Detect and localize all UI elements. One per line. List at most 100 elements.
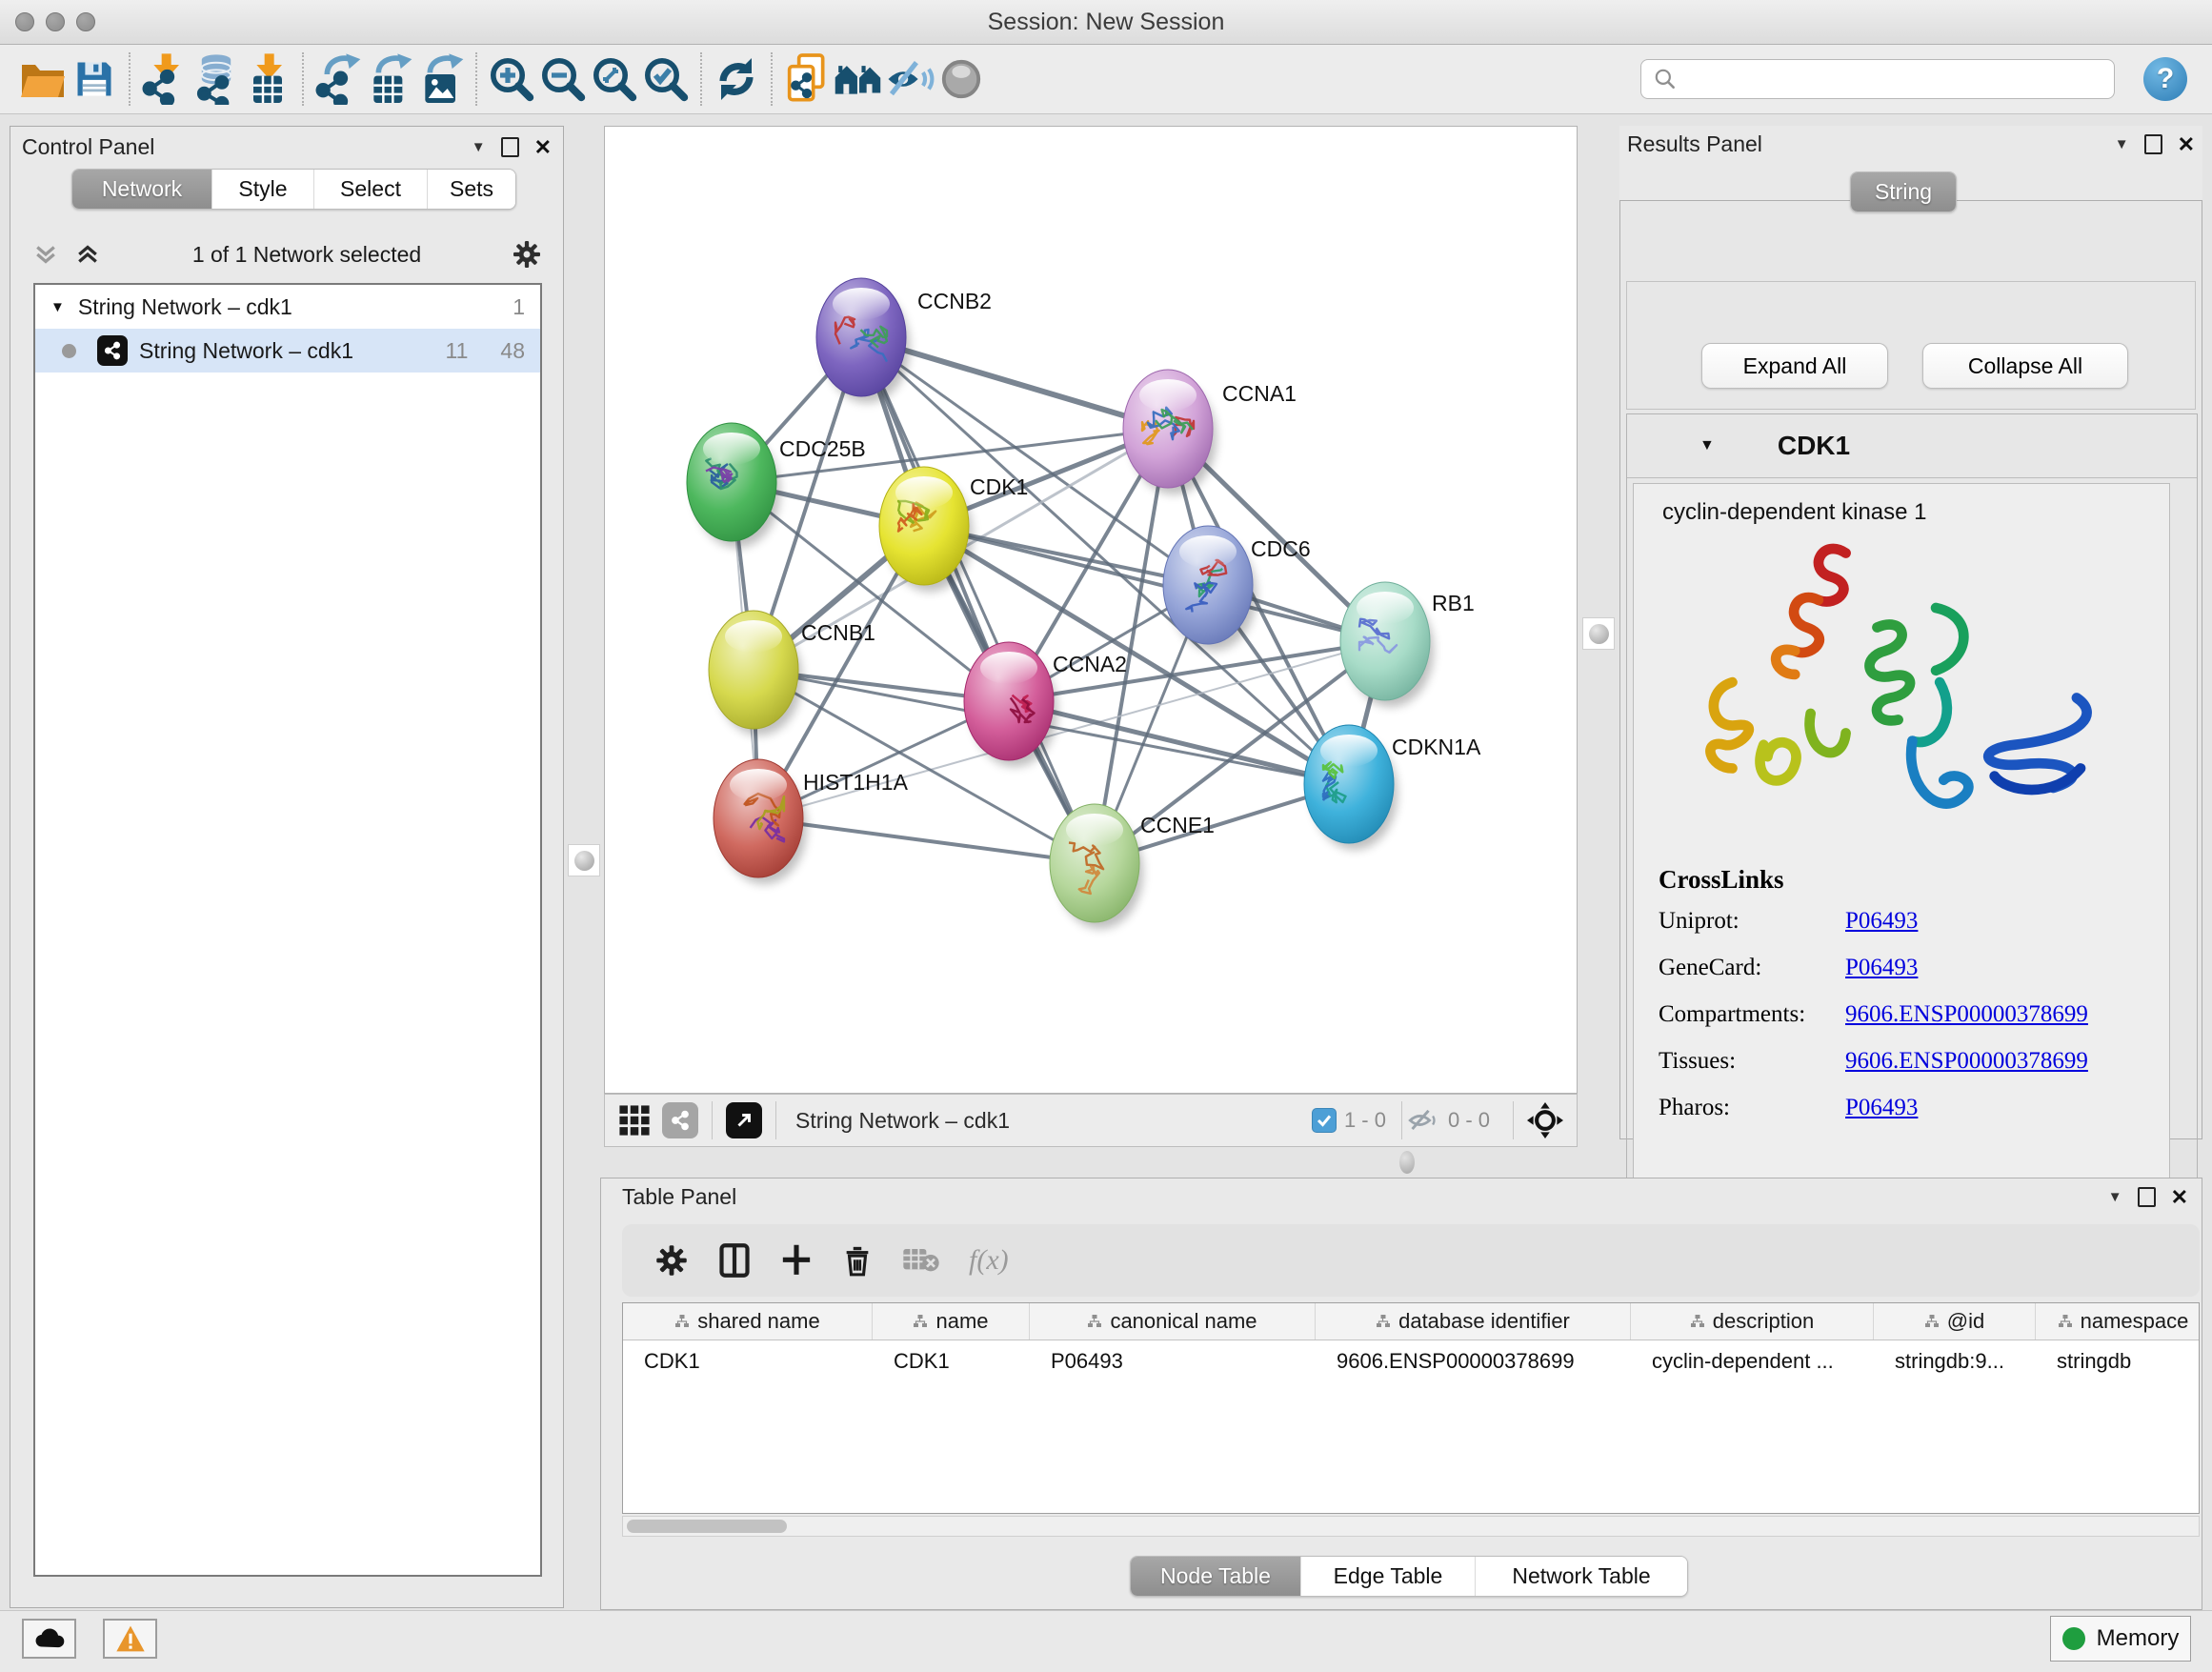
- tissues-link[interactable]: 9606.ENSP00000378699: [1845, 1048, 2088, 1075]
- bottom-divider-handle[interactable]: [1399, 1151, 1415, 1174]
- results-panel-tabs: String: [1850, 171, 1957, 212]
- tab-network-table[interactable]: Network Table: [1475, 1557, 1687, 1596]
- section-collapse-icon[interactable]: ▼: [1699, 437, 1715, 454]
- hide-panels-button[interactable]: [884, 50, 935, 108]
- refresh-view-button[interactable]: [711, 50, 762, 108]
- crosslink-label: Tissues:: [1659, 1048, 1845, 1075]
- table-header-row: shared name name canonical name database…: [623, 1303, 2199, 1340]
- tab-node-table[interactable]: Node Table: [1131, 1557, 1300, 1596]
- memory-button[interactable]: Memory: [2050, 1616, 2191, 1662]
- save-session-button[interactable]: [69, 50, 120, 108]
- close-panel-icon[interactable]: ✕: [534, 137, 552, 158]
- birds-eye-view-icon[interactable]: [662, 1102, 698, 1138]
- cell-namespace: stringdb: [2036, 1340, 2200, 1382]
- tab-style[interactable]: Style: [211, 170, 313, 209]
- column-header[interactable]: database identifier: [1316, 1303, 1631, 1340]
- export-table-button[interactable]: [364, 50, 415, 108]
- import-database-button[interactable]: [191, 50, 242, 108]
- session-home-button[interactable]: [833, 50, 884, 108]
- column-type-icon: [1690, 1314, 1705, 1329]
- float-panel-icon[interactable]: [501, 137, 519, 157]
- compartments-link[interactable]: 9606.ENSP00000378699: [1845, 1001, 2088, 1028]
- close-panel-icon[interactable]: ✕: [2171, 1187, 2188, 1208]
- search-input[interactable]: [1678, 66, 2102, 92]
- gene-section-header[interactable]: ▼ CDK1: [1627, 414, 2197, 478]
- svg-text:CDK1: CDK1: [970, 474, 1028, 499]
- tab-edge-table[interactable]: Edge Table: [1300, 1557, 1475, 1596]
- column-header[interactable]: @id: [1874, 1303, 2036, 1340]
- expand-all-icon[interactable]: [73, 240, 102, 269]
- import-table-icon: [244, 53, 292, 105]
- export-network-icon: [314, 53, 362, 105]
- center-view-icon[interactable]: [1527, 1102, 1563, 1138]
- grid-view-icon[interactable]: [618, 1104, 651, 1137]
- table-options-gear-icon[interactable]: [654, 1243, 689, 1278]
- zoom-selected-icon: [643, 56, 689, 102]
- selected-nodes-checkbox[interactable]: [1312, 1108, 1337, 1133]
- column-header[interactable]: namespace: [2036, 1303, 2200, 1340]
- svg-text:CCNB2: CCNB2: [917, 289, 992, 313]
- duplicate-network-button[interactable]: [781, 50, 833, 108]
- show-eye-button[interactable]: [935, 50, 987, 108]
- help-button[interactable]: ?: [2143, 57, 2187, 101]
- gene-details: cyclin-dependent kinase 1: [1633, 483, 2170, 1199]
- svg-text:CCNB1: CCNB1: [801, 620, 875, 645]
- cloud-status-button[interactable]: [22, 1619, 76, 1659]
- collapse-all-button[interactable]: Collapse All: [1922, 343, 2128, 389]
- expand-all-button[interactable]: Expand All: [1701, 343, 1888, 389]
- import-table-button[interactable]: [242, 50, 293, 108]
- zoom-out-button[interactable]: [537, 50, 589, 108]
- zoom-fit-button[interactable]: [589, 50, 640, 108]
- tab-string[interactable]: String: [1851, 172, 1956, 212]
- table-row[interactable]: CDK1 CDK1 P06493 9606.ENSP00000378699 cy…: [623, 1340, 2199, 1382]
- network-bullet-icon: [62, 344, 76, 358]
- genecard-link[interactable]: P06493: [1845, 955, 1918, 981]
- tree-expand-icon[interactable]: ▼: [50, 299, 65, 315]
- column-header[interactable]: description: [1631, 1303, 1874, 1340]
- import-network-button[interactable]: [139, 50, 191, 108]
- add-column-icon[interactable]: [780, 1243, 813, 1278]
- column-header[interactable]: name: [873, 1303, 1030, 1340]
- warnings-button[interactable]: [103, 1619, 157, 1659]
- show-columns-icon[interactable]: [717, 1242, 752, 1279]
- scrollbar-thumb[interactable]: [627, 1520, 787, 1533]
- float-panel-icon[interactable]: [2144, 134, 2162, 154]
- left-divider-handle[interactable]: [568, 844, 600, 876]
- collapse-panel-icon[interactable]: ▼: [2115, 137, 2129, 151]
- duplicate-network-icon: [783, 53, 831, 105]
- gene-description: cyclin-dependent kinase 1: [1662, 499, 1927, 526]
- node-table[interactable]: shared name name canonical name database…: [622, 1302, 2200, 1514]
- tab-sets[interactable]: Sets: [427, 170, 515, 209]
- close-panel-icon[interactable]: ✕: [2178, 134, 2195, 155]
- right-divider-handle[interactable]: [1582, 617, 1615, 650]
- collapse-panel-icon[interactable]: ▼: [2108, 1190, 2122, 1204]
- network-collection-row[interactable]: ▼ String Network – cdk1 1: [35, 285, 540, 329]
- export-network-button[interactable]: [312, 50, 364, 108]
- delete-column-icon[interactable]: [841, 1242, 874, 1279]
- table-horizontal-scrollbar[interactable]: [622, 1516, 2200, 1537]
- column-header[interactable]: shared name: [623, 1303, 873, 1340]
- function-builder-icon: f(x): [969, 1244, 1009, 1277]
- export-image-button[interactable]: [415, 50, 467, 108]
- float-panel-icon[interactable]: [2138, 1187, 2156, 1207]
- window-titlebar: Session: New Session: [0, 0, 2212, 45]
- column-header[interactable]: canonical name: [1030, 1303, 1316, 1340]
- zoom-in-button[interactable]: [486, 50, 537, 108]
- open-in-window-icon[interactable]: [726, 1102, 762, 1138]
- network-canvas[interactable]: CCNB2CCNA1CDC25BCDK1CDC6RB1CCNB1CCNA2CDK…: [604, 126, 1578, 1094]
- open-session-button[interactable]: [17, 50, 69, 108]
- tab-select[interactable]: Select: [313, 170, 427, 209]
- network-row[interactable]: String Network – cdk1 11 48: [35, 329, 540, 373]
- network-options-gear-icon[interactable]: [512, 239, 542, 270]
- tab-network[interactable]: Network: [72, 170, 211, 209]
- collapse-all-icon[interactable]: [31, 240, 60, 269]
- pharos-link[interactable]: P06493: [1845, 1095, 1918, 1121]
- houses-icon: [834, 58, 883, 100]
- gene-name: CDK1: [1778, 431, 1850, 461]
- memory-status-icon: [2062, 1627, 2085, 1650]
- collapse-panel-icon[interactable]: ▼: [472, 140, 486, 154]
- zoom-selected-button[interactable]: [640, 50, 692, 108]
- uniprot-link[interactable]: P06493: [1845, 908, 1918, 935]
- svg-text:CDC25B: CDC25B: [779, 436, 866, 461]
- network-graph[interactable]: CCNB2CCNA1CDC25BCDK1CDC6RB1CCNB1CCNA2CDK…: [605, 127, 1577, 1093]
